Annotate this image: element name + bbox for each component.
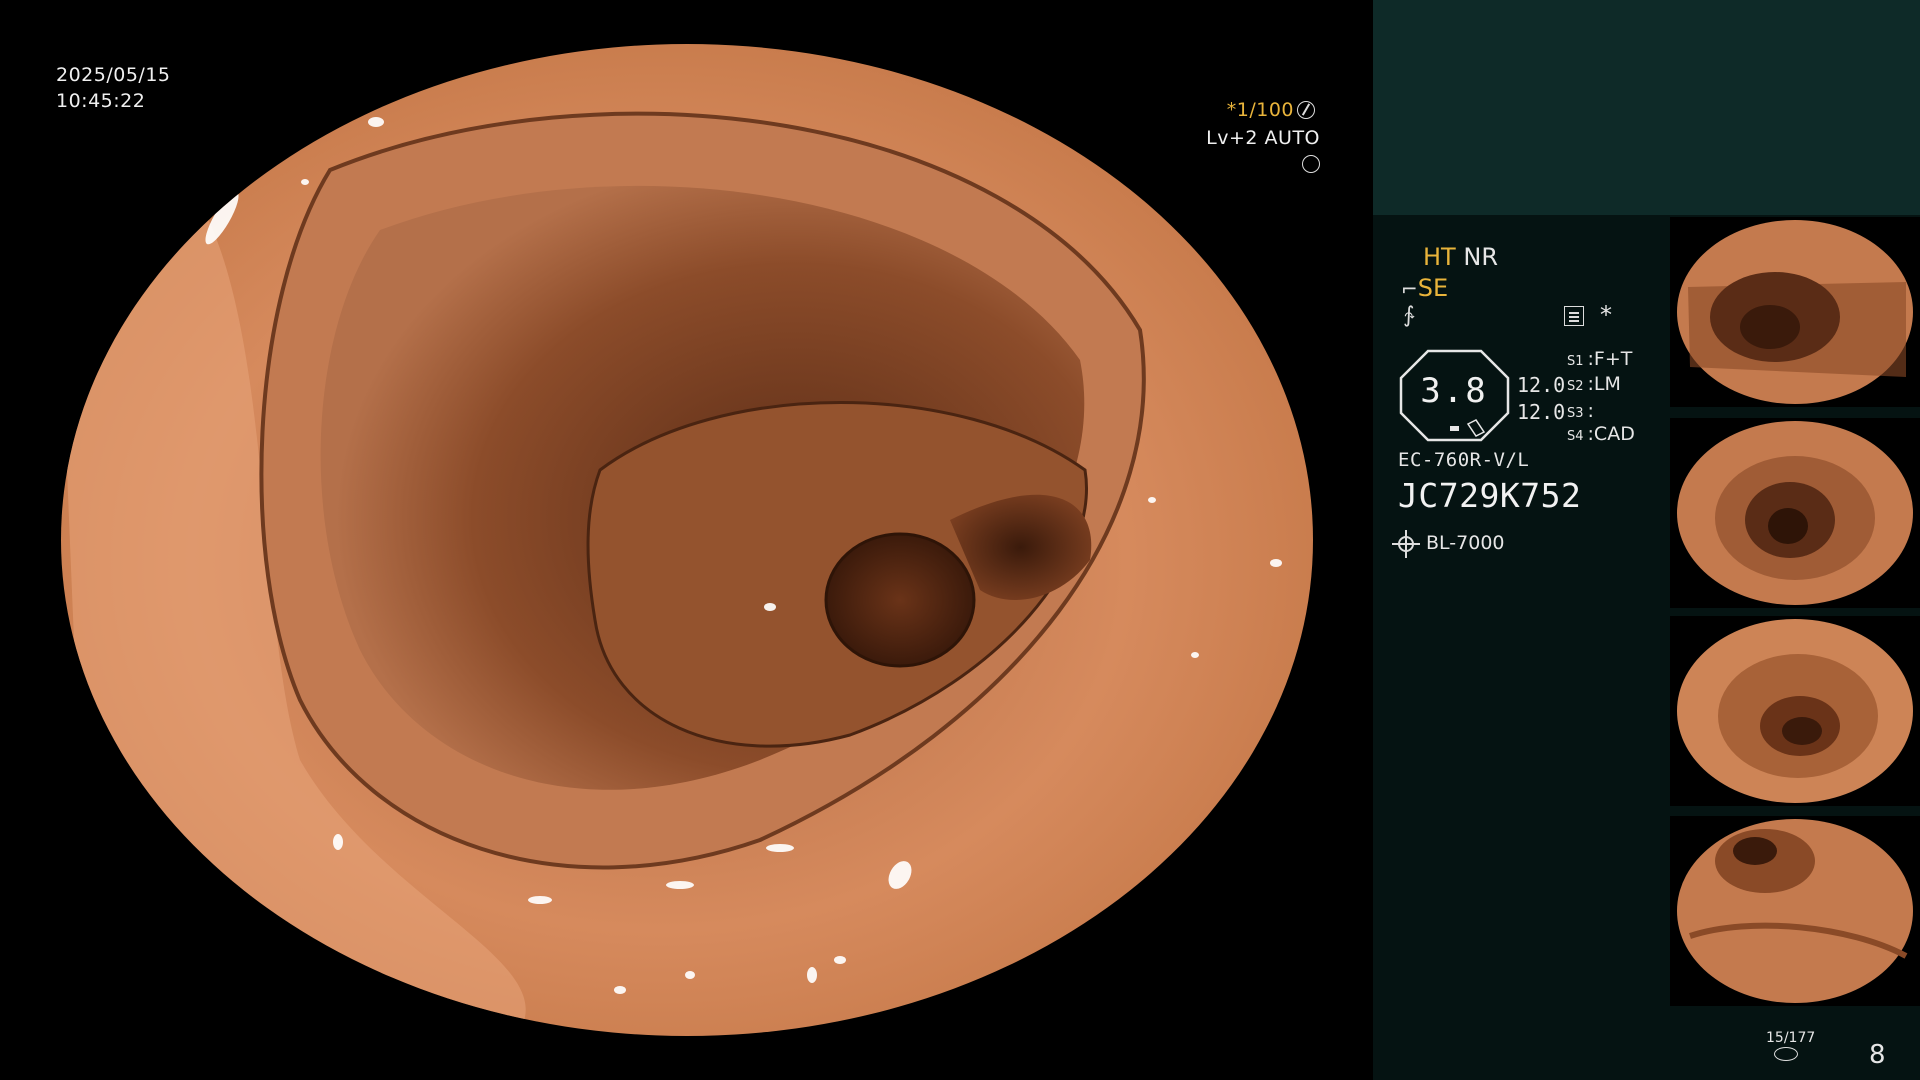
endoscope-view: 2025/05/15 10:45:22 *1/100 Lv+2 AUTO [0, 0, 1373, 1080]
thumbnail[interactable] [1670, 418, 1920, 608]
scope-serial: JC729K752 [1398, 476, 1582, 515]
light-source: BL-7000 [1392, 530, 1505, 558]
thumbnail[interactable] [1670, 616, 1920, 806]
scope-model: EC-760R-V/L [1398, 449, 1530, 471]
freeze-icon: ∱ [1403, 303, 1415, 328]
shutter-speed: *1/100 [1226, 99, 1294, 121]
asterisk-marker: * [1600, 301, 1612, 329]
image-counter: 15/177 [1766, 1030, 1816, 1061]
octagon-indicator: 3.8 [1398, 348, 1513, 443]
structure-enhance: ⌐SE [1401, 274, 1448, 302]
endoscopic-image [61, 44, 1313, 1036]
brightness-level: Lv+2 AUTO [1190, 125, 1320, 177]
disk-icon [1774, 1047, 1798, 1061]
info-panel: HT NR ⌐SE ∱ * 3.8 12.0 12.0 S1:F+T S2:LM… [1373, 0, 1920, 1080]
menu-list-icon [1564, 306, 1584, 326]
auto-iris-icon [1302, 155, 1320, 173]
switch-2: S2:LM [1567, 373, 1621, 395]
shutter-indicator: *1/100 [1195, 97, 1315, 123]
nr-label: NR [1463, 243, 1498, 271]
ht-label: HT [1423, 243, 1456, 271]
value-b: 12.0 [1517, 400, 1566, 424]
date-text: 2025/05/15 [56, 64, 171, 86]
panel-header-band [1373, 0, 1920, 215]
octagon-value: 3.8 [1420, 371, 1488, 411]
thumbnail[interactable] [1670, 816, 1920, 1006]
level-text: Lv+2 AUTO [1206, 127, 1320, 149]
light-source-label: BL-7000 [1426, 532, 1505, 554]
date-time-display: 2025/05/15 10:45:22 [56, 62, 171, 114]
structure-enhance-icon: ⌐ [1401, 277, 1418, 301]
enhancement-mode: HT NR [1423, 243, 1498, 271]
value-a: 12.0 [1517, 373, 1566, 397]
switch-4: S4:CAD [1567, 423, 1635, 445]
image-counter-text: 15/177 [1766, 1030, 1816, 1046]
time-text: 10:45:22 [56, 90, 146, 112]
switch-1: S1:F+T [1567, 348, 1633, 370]
light-source-icon [1392, 530, 1420, 558]
switch-3: S3: [1567, 400, 1594, 422]
se-label: SE [1417, 274, 1449, 302]
page-number: 8 [1869, 1040, 1886, 1070]
thumbnail[interactable] [1670, 217, 1920, 407]
aperture-icon [1297, 101, 1315, 119]
